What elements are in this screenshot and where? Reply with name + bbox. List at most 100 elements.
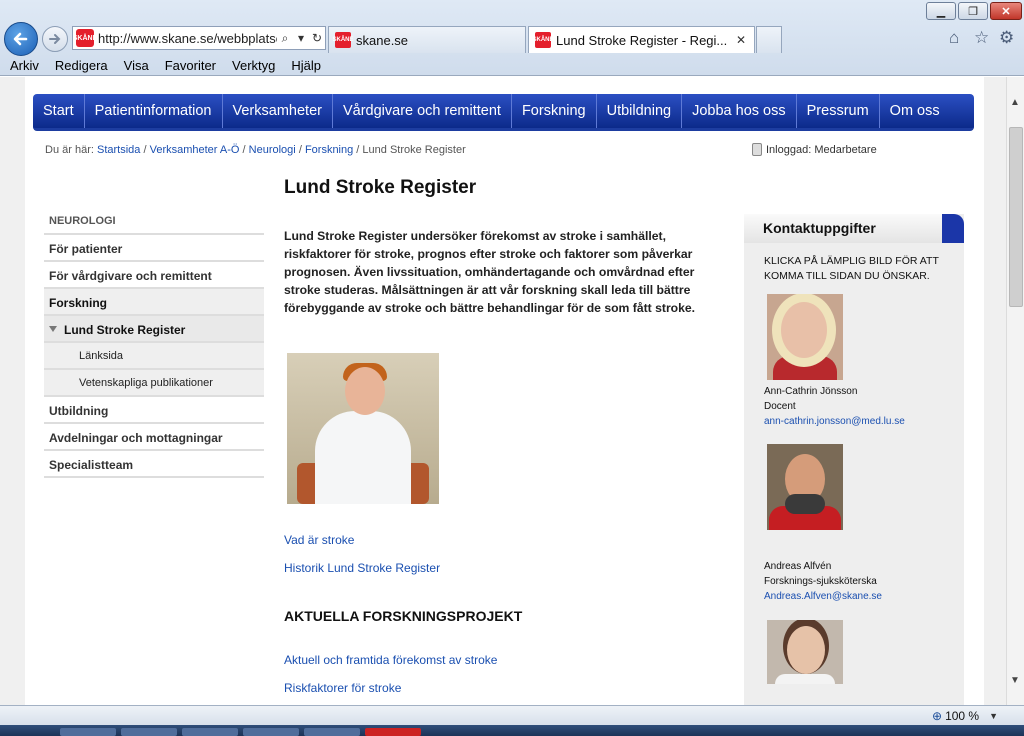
minimize-button[interactable]: ▁ [926,2,956,20]
new-tab-button[interactable] [756,26,782,53]
link-risk-factors[interactable]: Riskfaktorer för stroke [284,681,401,695]
refresh-icon[interactable]: ↻ [309,31,325,45]
taskbar-item[interactable] [60,728,116,736]
back-button[interactable] [4,22,38,56]
nav-jobba[interactable]: Jobba hos oss [682,94,797,128]
browser-chrome: SKÅNE http://www.skane.se/webbplatse ⌕ ▾… [0,0,1024,76]
search-icon[interactable]: ⌕ [277,31,293,46]
nav-pressrum[interactable]: Pressrum [797,94,880,128]
leftnav-item-forskning[interactable]: Forskning [44,289,264,316]
contact-person: Ann-Cathrin Jönsson Docent ann-cathrin.j… [764,384,905,429]
expand-triangle-icon [49,326,57,332]
lock-icon [752,143,762,156]
contact-role: Forsknings-sjuksköterska [764,576,877,587]
nav-forskning[interactable]: Forskning [512,94,597,128]
contact-name: Andreas Alfvén [764,561,832,572]
taskbar-item[interactable] [304,728,360,736]
researcher-photo [287,353,439,504]
projects-heading: AKTUELLA FORSKNINGSPROJEKT [284,608,523,624]
leftnav-item-specialistteam[interactable]: Specialistteam [44,451,264,478]
nav-om-oss[interactable]: Om oss [880,94,950,128]
page-viewport: Start Patientinformation Verksamheter Vå… [0,77,1006,705]
intro-text: Lund Stroke Register undersöker förekoms… [284,229,696,315]
breadcrumb-neurologi[interactable]: Neurologi [249,144,296,156]
home-icon[interactable]: ⌂ [949,28,959,48]
menu-arkiv[interactable]: Arkiv [10,58,39,73]
breadcrumb-verksamheter[interactable]: Verksamheter A-Ö [150,144,240,156]
login-label: Inloggad: Medarbetare [766,143,877,156]
contact-email-link[interactable]: Andreas.Alfven@skane.se [764,591,882,602]
menu-bar: Arkiv Redigera Visa Favoriter Verktyg Hj… [0,55,1024,75]
contact-person: Andreas Alfvén Forsknings-sjuksköterska … [764,559,882,604]
star-icon[interactable]: ☆ [974,28,989,48]
maximize-button[interactable]: ❐ [958,2,988,20]
contact-photo-third[interactable] [767,620,843,684]
site-favicon-icon: SKÅNE [333,32,354,48]
status-bar: ⊕ 100 % ▼ [0,705,1024,725]
nav-patientinformation[interactable]: Patientinformation [85,94,223,128]
leftnav-item-vardgivare[interactable]: För vårdgivare och remittent [44,262,264,289]
gear-icon[interactable]: ⚙ [999,28,1014,48]
close-window-button[interactable]: ✕ [990,2,1022,20]
section-navigation: NEUROLOGI För patienter För vårdgivare o… [44,210,264,478]
taskbar-item[interactable] [243,728,299,736]
chevron-down-icon[interactable]: ▼ [989,711,998,721]
nav-vardgivare[interactable]: Vårdgivare och remittent [333,94,512,128]
leftnav-item-avdelningar[interactable]: Avdelningar och mottagningar [44,424,264,451]
leftnav-item-publikationer[interactable]: Vetenskapliga publikationer [44,370,264,397]
leftnav-item-lanksida[interactable]: Länksida [44,343,264,370]
page-content: Start Patientinformation Verksamheter Vå… [25,77,984,705]
address-input[interactable]: http://www.skane.se/webbplatse [98,31,277,46]
tab-label: Lund Stroke Register - Regi... [556,32,728,48]
arrow-left-icon [13,32,28,46]
leftnav-item-utbildning[interactable]: Utbildning [44,397,264,424]
scroll-thumb[interactable] [1009,127,1023,307]
contact-instructions: KLICKA PÅ LÄMPLIG BILD FÖR ATT KOMMA TIL… [764,255,939,282]
link-incidence[interactable]: Aktuell och framtida förekomst av stroke [284,653,497,667]
chevron-down-icon[interactable]: ▾ [293,31,309,45]
main-navigation: Start Patientinformation Verksamheter Vå… [33,94,974,131]
menu-redigera[interactable]: Redigera [55,58,108,73]
menu-favoriter[interactable]: Favoriter [165,58,216,73]
zoom-icon: ⊕ [932,709,943,723]
breadcrumb-startsida[interactable]: Startsida [97,144,140,156]
zoom-control[interactable]: ⊕ 100 % ▼ [932,709,998,723]
page-title: Lund Stroke Register [284,177,477,198]
nav-start[interactable]: Start [33,94,85,128]
menu-verktyg[interactable]: Verktyg [232,58,275,73]
link-history[interactable]: Historik Lund Stroke Register [284,561,440,575]
breadcrumb-current: Lund Stroke Register [362,144,466,156]
section-heading[interactable]: NEUROLOGI [44,210,264,235]
contact-photo-ann-cathrin[interactable] [767,294,843,380]
scroll-up-icon[interactable]: ▲ [1010,97,1020,108]
close-tab-icon[interactable]: ✕ [736,33,746,47]
contact-email-link[interactable]: ann-cathrin.jonsson@med.lu.se [764,416,905,427]
contact-heading: Kontaktuppgifter [744,214,964,243]
scroll-down-icon[interactable]: ▼ [1010,675,1020,686]
nav-utbildning[interactable]: Utbildning [597,94,683,128]
link-what-is-stroke[interactable]: Vad är stroke [284,533,354,547]
leftnav-item-lund-stroke-register[interactable]: Lund Stroke Register [44,316,264,343]
site-favicon-icon: SKÅNE [533,32,554,48]
forward-button[interactable] [42,26,68,52]
contact-role: Docent [764,401,796,412]
contact-box: Kontaktuppgifter KLICKA PÅ LÄMPLIG BILD … [744,214,964,705]
breadcrumb-prefix: Du är här: [45,144,94,156]
breadcrumb-forskning[interactable]: Forskning [305,144,353,156]
vertical-scrollbar[interactable]: ▲ ▼ [1006,77,1024,705]
taskbar-item[interactable] [365,728,421,736]
taskbar [0,725,1024,736]
tab-lund-stroke-register[interactable]: SKÅNE Lund Stroke Register - Regi... ✕ [528,26,755,53]
tab-label: skane.se [356,32,409,48]
arrow-right-icon [49,34,61,44]
leftnav-item-patienter[interactable]: För patienter [44,235,264,262]
tab-skane[interactable]: SKÅNE skane.se [328,26,526,53]
taskbar-item[interactable] [182,728,238,736]
nav-verksamheter[interactable]: Verksamheter [223,94,333,128]
address-bar[interactable]: SKÅNE http://www.skane.se/webbplatse ⌕ ▾… [72,26,326,50]
taskbar-item[interactable] [121,728,177,736]
breadcrumb: Du är här: Startsida / Verksamheter A-Ö … [45,144,466,156]
menu-visa[interactable]: Visa [124,58,149,73]
contact-photo-andreas[interactable] [767,444,843,530]
menu-hjalp[interactable]: Hjälp [291,58,321,73]
